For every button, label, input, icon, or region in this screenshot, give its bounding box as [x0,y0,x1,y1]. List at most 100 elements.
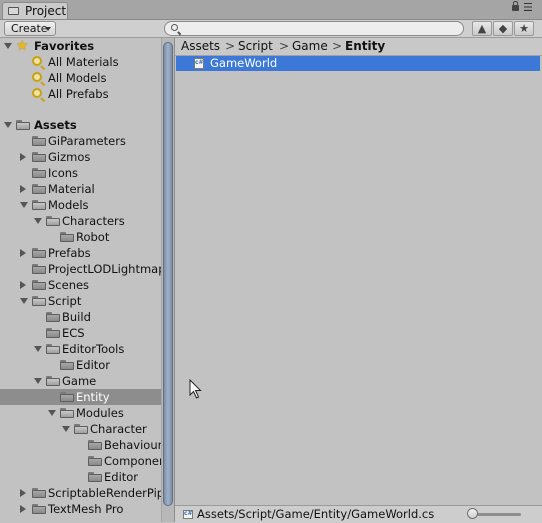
chevron-down-icon[interactable] [34,346,42,352]
window-menu-icon[interactable]: ☰ [523,2,533,13]
chevron-right-icon[interactable] [20,185,26,193]
folder-icon [32,152,46,162]
tree-item-favorite[interactable]: All Materials [0,54,161,70]
tree-item-label: Editor [76,358,111,372]
tree-item[interactable]: GiParameters [0,133,161,149]
icon-size-slider-thumb[interactable] [467,508,478,519]
search-icon [32,88,42,98]
csharp-script-icon [194,58,204,69]
tree-item[interactable]: EditorTools [0,341,161,357]
folder-icon [32,136,46,146]
tab-project[interactable]: Project [2,2,68,19]
asset-item-selected[interactable]: GameWorld [176,56,540,71]
tree-item-label: Prefabs [48,246,91,260]
tree-item[interactable]: TextMesh Pro [0,501,161,517]
pane-divider[interactable] [174,38,175,522]
tree-item[interactable]: Robot [0,229,161,245]
breadcrumb-item-entity[interactable]: Entity [345,39,385,53]
chevron-right-icon[interactable] [20,281,26,289]
folder-icon [46,376,60,386]
asset-label: GameWorld [210,56,278,70]
tree-item-label: GiParameters [48,134,126,148]
tree-item-label: All Models [48,71,107,85]
breadcrumb-item-assets[interactable]: Assets [181,39,220,53]
chevron-right-icon[interactable] [20,249,26,257]
tree-item-selected[interactable]: Entity [0,389,161,405]
chevron-down-icon[interactable] [20,298,28,304]
folder-icon [60,232,74,242]
tree-item[interactable]: Modules [0,405,161,421]
folder-icon [46,216,60,226]
tree-item-label: Script [48,294,82,308]
tree-item[interactable]: Prefabs [0,245,161,261]
tree-item-label: Character [90,422,147,436]
chevron-right-icon[interactable] [20,153,26,161]
tree-item[interactable]: Editor [0,469,161,485]
tree-item-favorites[interactable]: ★ Favorites [0,38,161,54]
tree-item[interactable]: Script [0,293,161,309]
tree-item-label: TextMesh Pro [48,502,124,516]
tree-item[interactable]: Game [0,373,161,389]
tree-item[interactable]: Models [0,197,161,213]
chevron-right-icon[interactable] [20,489,26,497]
create-button[interactable]: Create [4,21,56,36]
tree-item-label: Favorites [34,39,95,53]
tree-item[interactable]: Behaviour [0,437,162,453]
mouse-cursor-icon [189,379,202,399]
tree-item-label: ECS [62,326,85,340]
search-by-type-button[interactable]: ▲ [472,21,492,36]
tree-item-label: Characters [62,214,125,228]
search-by-label-button[interactable]: ◆ [493,21,513,36]
tree-item-label: Assets [34,118,77,132]
chevron-right-icon[interactable] [20,505,26,513]
tree-item[interactable]: Character [0,421,161,437]
tree-item-label: ProjectLODLightmap [48,262,166,276]
status-bar: Assets/Script/Game/Entity/GameWorld.cs [175,505,542,523]
tree-item-label: Componer [104,454,164,468]
chevron-down-icon[interactable] [34,378,42,384]
tree-item[interactable]: Build [0,309,161,325]
tree-item[interactable]: Editor [0,357,161,373]
tree-item-label: Material [48,182,95,196]
chevron-down-icon[interactable] [34,218,42,224]
breadcrumb-separator: > [279,39,290,53]
breadcrumb-item-script[interactable]: Script [238,39,273,53]
folder-icon [46,312,60,322]
chevron-down-icon[interactable] [4,122,12,128]
tree-item-favorite[interactable]: All Models [0,70,161,86]
tree-item-label: Build [62,310,91,324]
favorites-button[interactable]: ★ [514,21,534,36]
tree-item-assets[interactable]: Assets [0,117,161,133]
tree-scrollbar-thumb[interactable] [163,42,173,506]
tree-item[interactable]: Gizmos [0,149,161,165]
folder-icon [60,392,74,402]
tree-item[interactable]: Characters [0,213,161,229]
chevron-down-icon[interactable] [20,202,28,208]
folder-icon [88,440,102,450]
tree-item-label: Icons [48,166,79,180]
tree-item[interactable]: Icons [0,165,161,181]
lock-icon[interactable] [512,1,519,11]
folder-icon [88,472,102,482]
tree-item[interactable]: Material [0,181,161,197]
tree-item-label: All Prefabs [48,87,109,101]
tree-item[interactable]: Scenes [0,277,161,293]
tree-item-label: Gizmos [48,150,91,164]
tree-item[interactable]: ECS [0,325,161,341]
search-input[interactable] [164,21,464,36]
chevron-down-icon[interactable] [4,43,12,49]
chevron-down-icon [45,27,51,31]
folder-icon [8,7,19,15]
folder-icon [32,264,46,274]
tab-bar: Project ☰ [0,0,542,20]
icon-size-slider[interactable] [471,513,521,516]
tree-item-favorite[interactable]: All Prefabs [0,86,161,102]
chevron-down-icon[interactable] [62,426,70,432]
folder-icon [46,328,60,338]
chevron-down-icon[interactable] [48,410,56,416]
tree-item[interactable]: ProjectLODLightmap [0,261,166,277]
folder-icon [88,456,102,466]
breadcrumb-item-game[interactable]: Game [292,39,328,53]
tree-item[interactable]: Componer [0,453,164,469]
tree-item[interactable]: ScriptableRenderPip [0,485,164,501]
